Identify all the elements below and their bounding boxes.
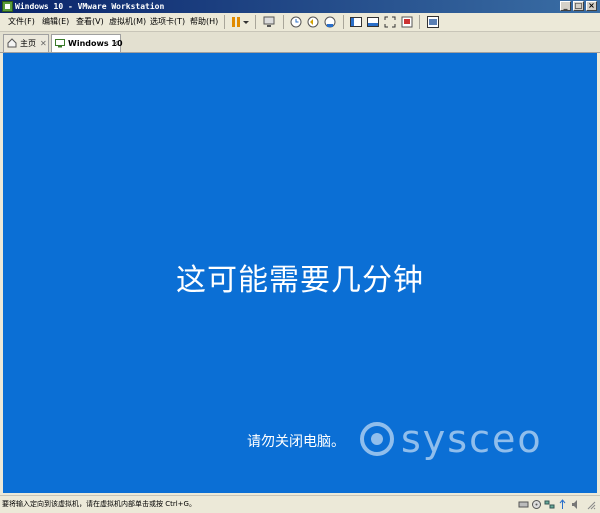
close-tab-icon[interactable]: ✕	[112, 38, 119, 49]
window-title: Windows 10 - VMware Workstation	[15, 2, 165, 11]
toolbar-separator	[224, 15, 225, 29]
tab-bar: 主页 ✕ Windows 10 ✕	[0, 32, 600, 53]
tab-label: 主页	[20, 39, 36, 48]
menu-vm[interactable]: 虚拟机(M)	[109, 16, 146, 28]
network-adapter-icon[interactable]	[544, 499, 555, 510]
maximize-button[interactable]: □	[573, 1, 584, 11]
send-ctrl-alt-del-icon[interactable]	[262, 15, 276, 29]
vmware-app-icon	[2, 1, 13, 12]
menu-bar: 文件(F) 编辑(E) 查看(V) 虚拟机(M) 选项卡(T) 帮助(H)	[0, 13, 600, 32]
snapshot-icon[interactable]	[289, 15, 303, 29]
vmware-window: Windows 10 - VMware Workstation _ □ × 文件…	[0, 0, 600, 513]
unity-icon[interactable]	[400, 15, 414, 29]
menu-view[interactable]: 查看(V)	[76, 16, 104, 28]
usb-device-icon[interactable]	[557, 499, 568, 510]
revert-snapshot-icon[interactable]	[306, 15, 320, 29]
toolbar-separator	[343, 15, 344, 29]
tab-home[interactable]: 主页 ✕	[3, 34, 49, 52]
title-bar: Windows 10 - VMware Workstation _ □ ×	[0, 0, 600, 13]
toolbar-separator	[283, 15, 284, 29]
toolbar-separator	[419, 15, 420, 29]
resize-grip-icon[interactable]	[585, 499, 596, 510]
vm-console[interactable]: 这可能需要几分钟 请勿关闭电脑。 sysceo	[3, 53, 597, 493]
status-message: 要将输入定向到该虚拟机，请在虚拟机内部单击或按 Ctrl+G。	[2, 500, 196, 508]
close-tab-icon[interactable]: ✕	[40, 38, 47, 49]
full-screen-icon[interactable]	[383, 15, 397, 29]
menu-help[interactable]: 帮助(H)	[190, 16, 218, 28]
console-view-icon[interactable]	[426, 15, 440, 29]
chevron-down-icon[interactable]	[242, 15, 250, 29]
snapshot-manager-icon[interactable]	[323, 15, 337, 29]
menu-edit[interactable]: 编辑(E)	[42, 16, 69, 28]
close-button[interactable]: ×	[586, 1, 597, 11]
hard-disk-icon[interactable]	[518, 499, 529, 510]
watermark-logo-icon	[360, 422, 394, 456]
vm-icon	[55, 39, 65, 48]
tab-windows-10[interactable]: Windows 10 ✕	[51, 34, 123, 52]
minimize-button[interactable]: _	[560, 1, 571, 11]
pause-icon[interactable]	[229, 15, 243, 29]
home-icon	[7, 38, 17, 48]
toolbar-separator	[255, 15, 256, 29]
cd-rom-icon[interactable]	[531, 499, 542, 510]
thumbnail-bar-icon[interactable]	[366, 15, 380, 29]
sub-message: 请勿关闭电脑。	[247, 434, 345, 450]
status-bar: 要将输入定向到该虚拟机，请在虚拟机内部单击或按 Ctrl+G。	[0, 495, 600, 513]
sound-card-icon[interactable]	[570, 499, 581, 510]
main-message: 这可能需要几分钟	[176, 263, 424, 298]
watermark-text: sysceo	[401, 417, 543, 461]
menu-tabs[interactable]: 选项卡(T)	[150, 16, 185, 28]
show-library-icon[interactable]	[349, 15, 363, 29]
menu-file[interactable]: 文件(F)	[8, 16, 35, 28]
